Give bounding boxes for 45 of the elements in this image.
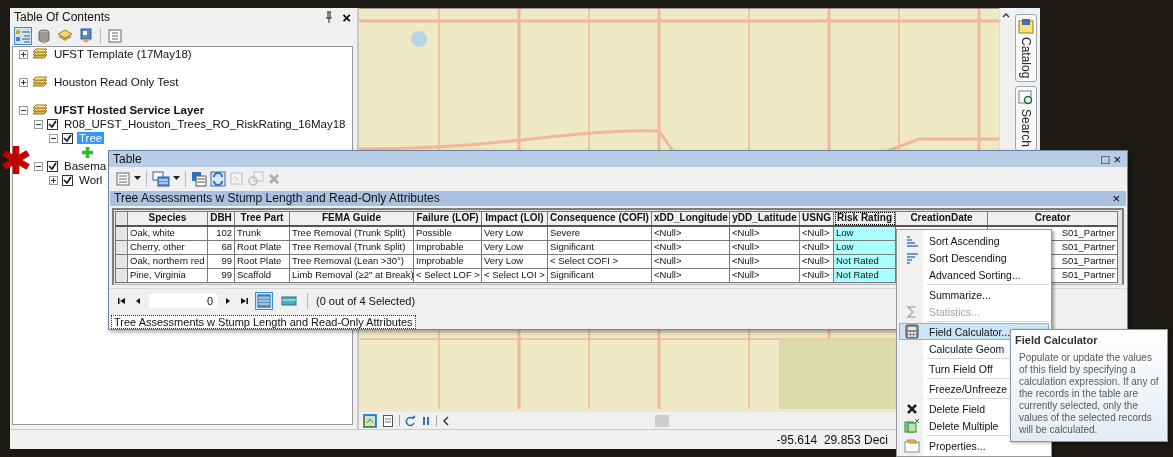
table-cell: 68: [207, 240, 235, 255]
table-cell: Very Low: [481, 225, 548, 241]
table-cell: <Null>: [799, 254, 834, 269]
tooltip-text: Populate or update the values of this field by specifying a calculation expression. If any of the records in the table are currently selected, only the values of the selected records will be calculated.: [1019, 352, 1160, 436]
table-cell: <Null>: [651, 240, 730, 255]
coordinates-text: -95.614 29.853 Deci: [776, 432, 888, 447]
table-cell: Root Plate: [234, 254, 290, 269]
table-cell: Possible: [413, 225, 482, 241]
table-cell: <Null>: [651, 268, 730, 283]
table-cell: Tree Removal (Lean >30°): [289, 254, 414, 269]
table-cell: <Null>: [799, 268, 834, 283]
table-cell: Root Plate: [234, 240, 290, 255]
table-cell: Severe: [547, 225, 652, 241]
table-cell: Significant: [547, 268, 652, 283]
table-cell: 99: [207, 254, 235, 269]
table-cell: <Null>: [729, 268, 800, 283]
table-cell: 99: [207, 268, 235, 283]
table-cell: <Null>: [651, 254, 730, 269]
table-cell: Significant: [547, 240, 652, 255]
selection-count: (0 out of 4 Selected): [316, 295, 416, 308]
table-cell: < Select LOI >: [481, 268, 548, 283]
table-cell: Tree Removal (Trunk Split): [289, 225, 414, 241]
table-cell: < Select COFI >: [547, 254, 652, 269]
table-cell: Oak, white: [127, 225, 208, 241]
table-cell: <Null>: [651, 225, 730, 241]
table-cell: Pine, Virginia: [127, 268, 208, 283]
table-cell: Oak, northern red: [127, 254, 208, 269]
table-cell: <Null>: [729, 225, 800, 241]
table-cell: <Null>: [799, 240, 834, 255]
table-cell: Cherry, other: [127, 240, 208, 255]
window-title: Table: [113, 152, 143, 167]
table-cell: Trunk: [234, 225, 290, 241]
table-cell: Very Low: [481, 240, 548, 255]
panel-title: Table Of Contents: [14, 10, 112, 24]
table-cell: <Null>: [729, 254, 800, 269]
table-cell: <Null>: [729, 240, 800, 255]
table-cell: Improbable: [413, 254, 482, 269]
table-cell: Tree Removal (Trunk Split): [289, 240, 414, 255]
table-cell: Scaffold: [234, 268, 290, 283]
table-cell: <Null>: [799, 225, 834, 241]
table-cell: Improbable: [413, 240, 482, 255]
table-cell: < Select LOF >: [413, 268, 482, 283]
table-cell: Limb Removal (≥2" at Break): [289, 268, 414, 283]
table-cell: Very Low: [481, 254, 548, 269]
table-cell: 102: [207, 225, 235, 241]
